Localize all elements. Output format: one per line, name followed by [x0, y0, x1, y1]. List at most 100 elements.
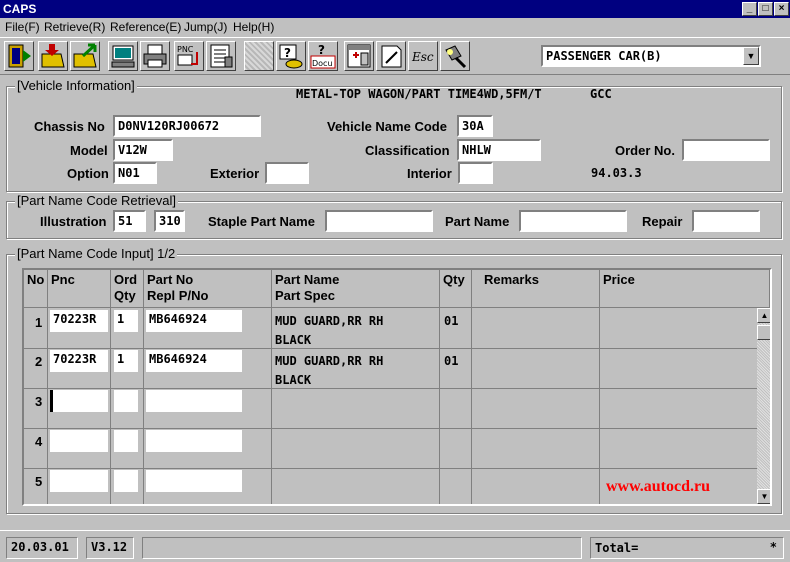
menu-jump[interactable]: Jump(J) [184, 20, 227, 34]
part-no-cell[interactable]: MB646924 [146, 350, 242, 372]
staple-part-field[interactable] [325, 210, 433, 232]
document-icon[interactable]: ? Docu [308, 41, 338, 71]
vehicle-info-title: [Vehicle Information] [15, 78, 137, 93]
col-header-part-name: Part Name Part Spec [272, 270, 440, 308]
col-header-pnc: Pnc [48, 270, 111, 308]
row-number: 2 [35, 354, 43, 369]
calendar-icon[interactable] [344, 41, 374, 71]
open-folder-up-icon[interactable] [70, 41, 100, 71]
part-no-cell[interactable] [146, 430, 242, 452]
model-label: Model [70, 143, 108, 158]
illustration-field-b[interactable]: 310 [154, 210, 185, 232]
row-number: 3 [35, 394, 43, 409]
printer-icon[interactable] [140, 41, 170, 71]
row-number: 4 [35, 434, 43, 449]
pnc-cell[interactable]: 70223R [50, 350, 108, 372]
status-version: V3.12 [86, 537, 134, 559]
menu-reference[interactable]: Reference(E) [110, 20, 181, 34]
scroll-down-icon[interactable]: ▼ [757, 489, 770, 504]
vehicle-type-value: PASSENGER CAR(B) [546, 49, 662, 63]
option-field[interactable]: N01 [113, 162, 157, 184]
part-name-field[interactable] [519, 210, 627, 232]
part-name-cell: MUD GUARD,RR RH [275, 354, 384, 368]
watermark-text: www.autocd.ru [606, 478, 711, 495]
model-field[interactable]: V12W [113, 139, 173, 161]
illustration-label: Illustration [40, 214, 107, 229]
part-no-cell[interactable] [146, 470, 242, 492]
pnc-icon[interactable]: PNC [174, 41, 204, 71]
scroll-up-icon[interactable]: ▲ [757, 308, 770, 323]
pnc-cell[interactable]: 70223R [50, 310, 108, 332]
chassis-field[interactable]: D0NV120RJ00672 [113, 115, 261, 137]
col-header-ord-qty: Ord Qty [111, 270, 144, 308]
row-number: 5 [35, 474, 43, 489]
total-value: * [769, 540, 777, 554]
vehicle-type-select[interactable]: PASSENGER CAR(B) ▼ [541, 45, 761, 67]
part-no-cell[interactable]: MB646924 [146, 310, 242, 332]
order-label: Order No. [615, 143, 675, 158]
order-field[interactable] [682, 139, 770, 161]
chevron-down-icon[interactable]: ▼ [743, 47, 759, 65]
pnc-cell[interactable] [50, 470, 108, 492]
classification-field[interactable]: NHLW [457, 139, 541, 161]
vehicle-code-field[interactable]: 30A [457, 115, 493, 137]
classification-label: Classification [365, 143, 450, 158]
computer-icon[interactable] [108, 41, 138, 71]
ord-qty-cell[interactable]: 1 [114, 310, 138, 332]
parts-list-icon[interactable] [206, 41, 236, 71]
qty-cell: 01 [444, 314, 459, 328]
exterior-label: Exterior [210, 166, 260, 181]
total-label: Total= [595, 541, 639, 555]
col-header-price: Price [600, 270, 770, 308]
col-header-remarks: Remarks [472, 270, 600, 308]
status-separator [0, 530, 790, 531]
pnc-cell[interactable] [50, 390, 108, 412]
col-header-no: No [24, 270, 48, 308]
staple-part-label: Staple Part Name [208, 214, 315, 229]
pnc-icon-label: PNC [177, 45, 194, 54]
interior-field[interactable] [458, 162, 493, 184]
menu-help[interactable]: Help(H) [233, 20, 274, 34]
vertical-scrollbar[interactable]: ▲ ▼ [757, 308, 770, 504]
status-message [142, 537, 582, 559]
exterior-field[interactable] [265, 162, 309, 184]
vehicle-code-label: Vehicle Name Code [327, 119, 447, 134]
menu-retrieve[interactable]: Retrieve(R) [44, 20, 105, 34]
blank-tool [244, 41, 274, 71]
illustration-field-a[interactable]: 51 [113, 210, 146, 232]
ord-qty-cell[interactable] [114, 390, 138, 412]
help-car-icon[interactable]: ? [276, 41, 306, 71]
close-button[interactable]: × [774, 2, 789, 16]
minimize-button[interactable]: _ [742, 2, 757, 16]
menu-file[interactable]: File(F) [5, 20, 40, 34]
vehicle-description: METAL-TOP WAGON/PART TIME4WD,5FM/T [296, 87, 542, 101]
open-folder-down-icon[interactable] [38, 41, 68, 71]
vehicle-date: 94.03.3 [591, 166, 642, 180]
ord-qty-cell[interactable]: 1 [114, 350, 138, 372]
pnc-cell[interactable] [50, 430, 108, 452]
svg-text:?: ? [318, 43, 325, 57]
flashlight-icon[interactable] [440, 41, 470, 71]
esc-icon[interactable]: Esc [408, 41, 438, 71]
svg-text:?: ? [284, 46, 291, 60]
col-header-part-no: Part No Repl P/No [144, 270, 272, 308]
note-edit-icon[interactable] [376, 41, 406, 71]
docu-icon-label: Docu [312, 59, 333, 68]
repair-label: Repair [642, 214, 683, 229]
scroll-thumb[interactable] [757, 325, 770, 340]
part-name-label: Part Name [445, 214, 510, 229]
repair-field[interactable] [692, 210, 760, 232]
part-spec-cell: BLACK [275, 333, 312, 347]
window-title: CAPS [3, 2, 37, 16]
ord-qty-cell[interactable] [114, 470, 138, 492]
ord-qty-cell[interactable] [114, 430, 138, 452]
row-number: 1 [35, 315, 43, 330]
exit-door-icon[interactable] [4, 41, 34, 71]
status-total: Total= * [590, 537, 784, 559]
maximize-button[interactable]: □ [758, 2, 773, 16]
vehicle-region: GCC [590, 87, 612, 101]
esc-icon-label: Esc [411, 50, 434, 64]
qty-cell: 01 [444, 354, 459, 368]
col-header-qty: Qty [440, 270, 472, 308]
part-no-cell[interactable] [146, 390, 242, 412]
